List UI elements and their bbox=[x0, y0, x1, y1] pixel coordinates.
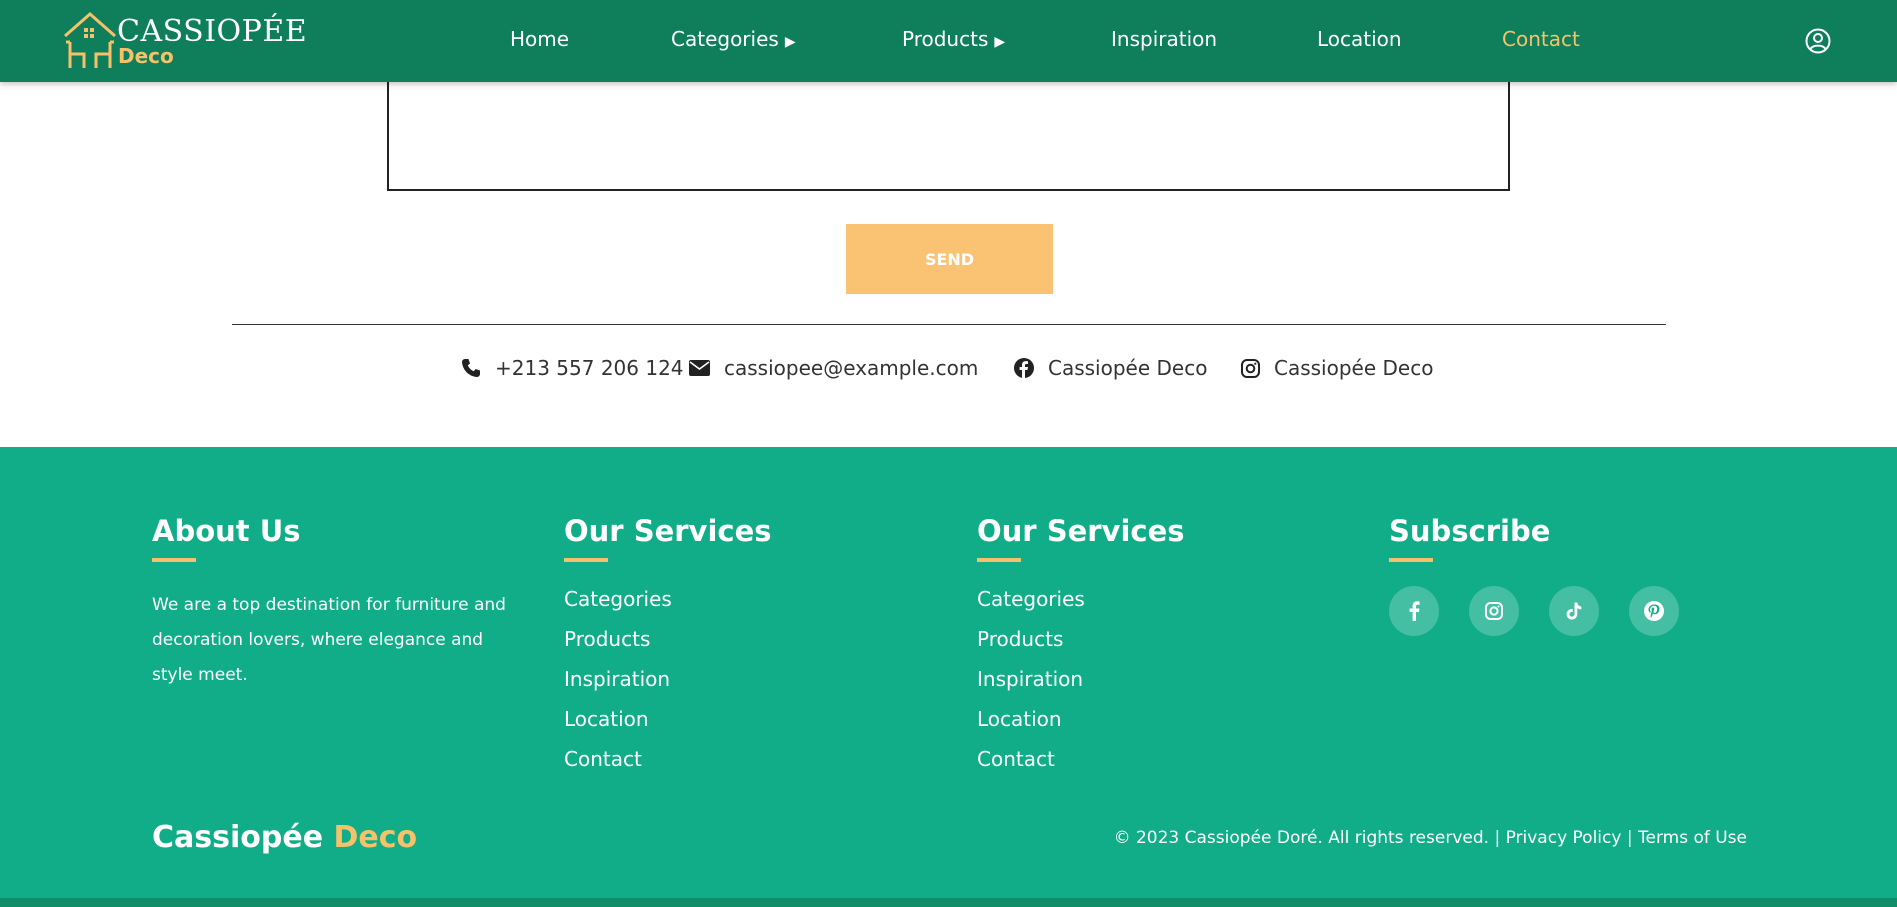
footer-subscribe-column: Subscribe bbox=[1389, 514, 1709, 636]
caret-right-icon: ▶ bbox=[994, 34, 1006, 50]
nav-home[interactable]: Home bbox=[510, 27, 569, 51]
footer-link-products[interactable]: Products bbox=[564, 626, 772, 666]
footer-services-column-1: Our Services Categories Products Inspira… bbox=[564, 514, 772, 786]
nav-inspiration-label: Inspiration bbox=[1111, 27, 1218, 51]
instagram-icon bbox=[1241, 358, 1260, 378]
footer-brand-accent: Deco bbox=[333, 820, 418, 855]
facebook-icon bbox=[1014, 358, 1034, 378]
footer-link-inspiration[interactable]: Inspiration bbox=[977, 666, 1185, 706]
house-chair-logo-icon bbox=[64, 12, 116, 68]
user-circle-icon[interactable] bbox=[1805, 28, 1831, 54]
footer-link-contact[interactable]: Contact bbox=[977, 746, 1185, 786]
footer-link-categories[interactable]: Categories bbox=[977, 586, 1185, 626]
contact-info-row: +213 557 206 124 cassiopee@example.com C… bbox=[0, 356, 1897, 386]
about-title: About Us bbox=[152, 514, 301, 548]
subscribe-title: Subscribe bbox=[1389, 514, 1551, 548]
envelope-icon bbox=[689, 360, 710, 376]
footer-link-inspiration[interactable]: Inspiration bbox=[564, 666, 772, 706]
services-list: Categories Products Inspiration Location… bbox=[977, 586, 1185, 786]
phone-icon bbox=[462, 359, 480, 377]
instagram-button[interactable] bbox=[1469, 586, 1519, 636]
caret-right-icon: ▶ bbox=[784, 34, 796, 50]
facebook-handle: Cassiopée Deco bbox=[1048, 356, 1208, 380]
copyright-text: © 2023 Cassiopée Doré. All rights reserv… bbox=[1113, 828, 1501, 848]
facebook-button[interactable] bbox=[1389, 586, 1439, 636]
title-underline bbox=[977, 558, 1021, 562]
facebook-icon bbox=[1409, 601, 1420, 621]
services-title: Our Services bbox=[977, 514, 1185, 548]
footer-link-location[interactable]: Location bbox=[564, 706, 772, 746]
terms-of-use-link[interactable]: Terms of Use bbox=[1638, 828, 1747, 848]
pinterest-button[interactable] bbox=[1629, 586, 1679, 636]
nav-contact[interactable]: Contact bbox=[1502, 27, 1580, 51]
tiktok-icon bbox=[1566, 602, 1582, 620]
services-title: Our Services bbox=[564, 514, 772, 548]
nav-categories[interactable]: Categories ▶ bbox=[671, 27, 796, 51]
nav-products[interactable]: Products ▶ bbox=[902, 27, 1005, 51]
nav-location-label: Location bbox=[1317, 27, 1402, 51]
footer-link-categories[interactable]: Categories bbox=[564, 586, 772, 626]
footer-services-column-2: Our Services Categories Products Inspira… bbox=[977, 514, 1185, 786]
nav-products-label: Products bbox=[902, 27, 989, 51]
title-underline bbox=[1389, 558, 1433, 562]
contact-email[interactable]: cassiopee@example.com bbox=[689, 356, 978, 380]
instagram-icon bbox=[1485, 602, 1503, 620]
nav-location[interactable]: Location bbox=[1317, 27, 1402, 51]
about-text: We are a top destination for furniture a… bbox=[152, 595, 506, 685]
phone-number: +213 557 206 124 bbox=[495, 356, 684, 380]
tiktok-button[interactable] bbox=[1549, 586, 1599, 636]
footer-brand-name: Cassiopée bbox=[152, 820, 324, 855]
nav-inspiration[interactable]: Inspiration bbox=[1111, 27, 1217, 51]
services-list: Categories Products Inspiration Location… bbox=[564, 586, 772, 786]
title-underline bbox=[152, 558, 196, 562]
nav-categories-label: Categories bbox=[671, 27, 779, 51]
copyright-line: © 2023 Cassiopée Doré. All rights reserv… bbox=[1114, 828, 1747, 848]
divider bbox=[232, 324, 1666, 325]
social-buttons bbox=[1389, 586, 1709, 636]
footer-bottom-strip bbox=[0, 898, 1897, 907]
email-address: cassiopee@example.com bbox=[724, 356, 979, 380]
footer-link-location[interactable]: Location bbox=[977, 706, 1185, 746]
logo-subtitle: Deco bbox=[118, 44, 174, 68]
copyright-separator: | bbox=[1626, 828, 1633, 848]
logo[interactable]: CASSIOPÉE Deco bbox=[62, 10, 307, 72]
instagram-handle: Cassiopée Deco bbox=[1274, 356, 1434, 380]
nav-contact-label: Contact bbox=[1502, 27, 1580, 51]
nav-home-label: Home bbox=[510, 27, 570, 51]
navbar: CASSIOPÉE Deco Home Categories ▶ Products… bbox=[0, 0, 1897, 82]
footer-about-column: About Us We are a top destination for fu… bbox=[152, 514, 512, 693]
pinterest-icon bbox=[1644, 601, 1664, 621]
contact-facebook[interactable]: Cassiopée Deco bbox=[1014, 356, 1207, 380]
contact-instagram[interactable]: Cassiopée Deco bbox=[1241, 356, 1433, 380]
footer-link-contact[interactable]: Contact bbox=[564, 746, 772, 786]
footer-link-products[interactable]: Products bbox=[977, 626, 1185, 666]
footer-brand: Cassiopée Deco bbox=[152, 820, 417, 855]
title-underline bbox=[564, 558, 608, 562]
privacy-policy-link[interactable]: Privacy Policy bbox=[1506, 828, 1622, 848]
send-button[interactable]: SEND bbox=[846, 224, 1053, 294]
contact-phone[interactable]: +213 557 206 124 bbox=[461, 356, 684, 380]
